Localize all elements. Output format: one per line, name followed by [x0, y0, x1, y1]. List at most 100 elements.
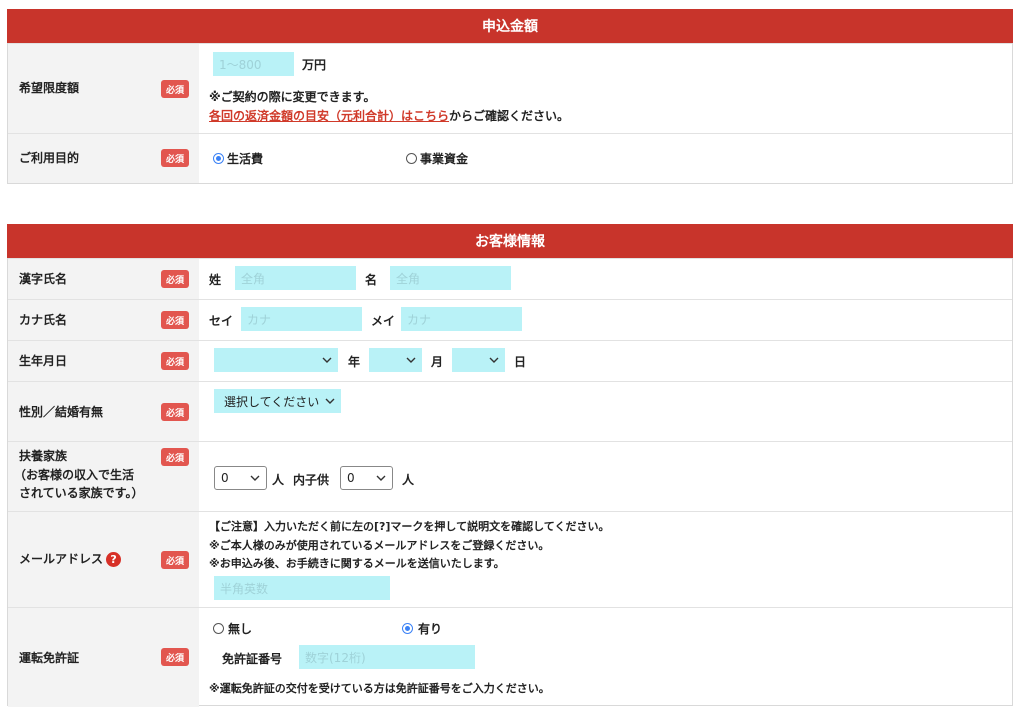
chevron-down-icon: [250, 475, 260, 481]
chevron-down-icon: [325, 398, 335, 404]
content-gender: 選択してください: [199, 382, 1012, 441]
label-cell-dependents: 扶養家族 （お客様の収入で生活 されている家族です。） 必須: [8, 442, 199, 511]
label-email: メールアドレス?: [19, 551, 122, 568]
required-badge: 必須: [161, 149, 189, 167]
label-dependents-2: （お客様の収入で生活: [14, 468, 135, 482]
limit-input[interactable]: 1〜800: [213, 52, 294, 76]
label-dependents-3: されている家族です。）: [19, 486, 144, 500]
section-customer-info: お客様情報 漢字氏名 必須 姓 全角 名 全角 カナ氏名 必須 セイ カナ メイ…: [7, 224, 1013, 707]
email-note-1: 【ご注意】入力いただく前に左の[?]マークを押して説明文を確認してください。: [209, 520, 610, 533]
radio-living-expenses[interactable]: [213, 153, 224, 164]
chevron-down-icon: [376, 475, 386, 481]
kana-mei-input[interactable]: カナ: [401, 307, 522, 331]
radio-business-funds[interactable]: [406, 153, 417, 164]
label-cell-birth: 生年月日 必須: [8, 341, 199, 381]
birth-day-select[interactable]: [452, 348, 505, 372]
label-limit: 希望限度額: [19, 81, 80, 95]
repayment-link[interactable]: 各回の返済金額の目安（元利合計）はこちら: [209, 109, 449, 123]
birth-year-select[interactable]: [214, 348, 338, 372]
limit-note: ※ご契約の際に変更できます。: [209, 90, 376, 104]
label-license: 運転免許証: [19, 651, 80, 665]
label-kana-name: カナ氏名: [19, 313, 68, 327]
content-license: 無し 有り 免許証番号 数字(12桁) ※運転免許証の交付を受けている方は免許証…: [199, 608, 1012, 707]
chevron-down-icon: [322, 357, 332, 363]
kanji-sei-input[interactable]: 全角: [235, 266, 356, 290]
required-badge: 必須: [161, 311, 189, 329]
chevron-down-icon: [489, 357, 499, 363]
row-purpose: ご利用目的 必須 生活費 事業資金: [8, 133, 1012, 183]
row-dependents: 扶養家族 （お客様の収入で生活 されている家族です。） 必須 0 人 内子供 0…: [8, 441, 1012, 511]
mei-kana-label: メイ: [371, 314, 396, 328]
radio-license-no[interactable]: [213, 623, 224, 634]
license-number-label: 免許証番号: [222, 652, 283, 666]
row-gender-marital: 性別／結婚有無 必須 選択してください: [8, 381, 1012, 441]
content-purpose: 生活費 事業資金: [199, 134, 1012, 183]
row-birthdate: 生年月日 必須 年 月 日: [8, 340, 1012, 381]
kanji-mei-input[interactable]: 全角: [390, 266, 511, 290]
radio-label-living: 生活費: [227, 152, 264, 166]
required-badge: 必須: [161, 80, 189, 98]
dependents-count-value: 0: [221, 471, 229, 485]
required-badge: 必須: [161, 448, 189, 466]
label-cell-gender: 性別／結婚有無 必須: [8, 382, 199, 441]
row-license: 運転免許証 必須 無し 有り 免許証番号 数字(12桁) ※運転免許証の交付を受…: [8, 607, 1012, 707]
label-cell-limit: 希望限度額 必須: [8, 44, 199, 133]
content-kanji: 姓 全角 名 全角: [199, 259, 1012, 299]
email-note-3: ※お申込み後、お手続きに関するメールを送信いたします。: [209, 557, 505, 570]
label-cell-purpose: ご利用目的 必須: [8, 134, 199, 183]
label-cell-kana: カナ氏名 必須: [8, 300, 199, 340]
radio-label-license-yes: 有り: [418, 622, 443, 636]
limit-link-line: 各回の返済金額の目安（元利合計）はこちらからご確認ください。: [209, 107, 569, 124]
email-input[interactable]: 半角英数: [214, 576, 390, 600]
content-kana: セイ カナ メイ カナ: [199, 300, 1012, 340]
gender-select-value: 選択してください: [224, 394, 320, 409]
label-kanji-name: 漢字氏名: [19, 272, 68, 286]
row-limit: 希望限度額 必須 1〜800 万円 ※ご契約の際に変更できます。 各回の返済金額…: [8, 43, 1012, 133]
birth-month-select[interactable]: [369, 348, 422, 372]
radio-label-business: 事業資金: [420, 152, 469, 166]
label-purpose: ご利用目的: [19, 151, 80, 165]
sei-label: 姓: [209, 273, 222, 287]
label-birthdate: 生年月日: [19, 354, 68, 368]
license-note: ※運転免許証の交付を受けている方は免許証番号をご入力ください。: [209, 682, 550, 695]
content-dependents: 0 人 内子供 0 人: [199, 442, 1012, 511]
help-icon[interactable]: ?: [106, 552, 122, 567]
row-kanji-name: 漢字氏名 必須 姓 全角 名 全角: [8, 258, 1012, 299]
label-cell-license: 運転免許証 必須: [8, 608, 199, 707]
dependents-unit: 人: [272, 473, 285, 487]
required-badge: 必須: [161, 270, 189, 288]
month-label: 月: [431, 355, 444, 369]
dependents-count-select[interactable]: 0: [214, 466, 267, 490]
label-cell-email: メールアドレス? 必須: [8, 512, 199, 607]
required-badge: 必須: [161, 352, 189, 370]
content-limit: 1〜800 万円 ※ご契約の際に変更できます。 各回の返済金額の目安（元利合計）…: [199, 44, 1012, 133]
required-badge: 必須: [161, 551, 189, 569]
section-title-customer-info: お客様情報: [7, 224, 1013, 258]
required-badge: 必須: [161, 648, 189, 666]
children-unit: 人: [402, 473, 415, 487]
row-kana-name: カナ氏名 必須 セイ カナ メイ カナ: [8, 299, 1012, 340]
section-title-loan-amount: 申込金額: [7, 9, 1013, 43]
label-dependents-1: 扶養家族: [19, 449, 68, 463]
radio-license-yes[interactable]: [402, 623, 413, 634]
license-number-input[interactable]: 数字(12桁): [299, 645, 475, 669]
year-label: 年: [348, 355, 361, 369]
children-count-select[interactable]: 0: [340, 466, 393, 490]
label-gender-marital: 性別／結婚有無: [19, 405, 104, 419]
kana-sei-input[interactable]: カナ: [241, 307, 362, 331]
limit-link-suffix: からご確認ください。: [449, 109, 570, 123]
children-count-value: 0: [347, 471, 355, 485]
label-cell-kanji: 漢字氏名 必須: [8, 259, 199, 299]
gender-marital-select[interactable]: 選択してください: [214, 389, 341, 413]
mei-label: 名: [365, 273, 378, 287]
day-label: 日: [514, 355, 527, 369]
sei-kana-label: セイ: [209, 314, 234, 328]
content-email: 【ご注意】入力いただく前に左の[?]マークを押して説明文を確認してください。 ※…: [199, 512, 1012, 607]
chevron-down-icon: [406, 357, 416, 363]
limit-unit: 万円: [302, 58, 327, 72]
content-birth: 年 月 日: [199, 341, 1012, 381]
children-label: 内子供: [293, 473, 330, 487]
email-note-2: ※ご本人様のみが使用されているメールアドレスをご登録ください。: [209, 539, 550, 552]
section-loan-amount: 申込金額 希望限度額 必須 1〜800 万円 ※ご契約の際に変更できます。 各回…: [7, 9, 1013, 184]
radio-label-license-no: 無し: [228, 622, 253, 636]
